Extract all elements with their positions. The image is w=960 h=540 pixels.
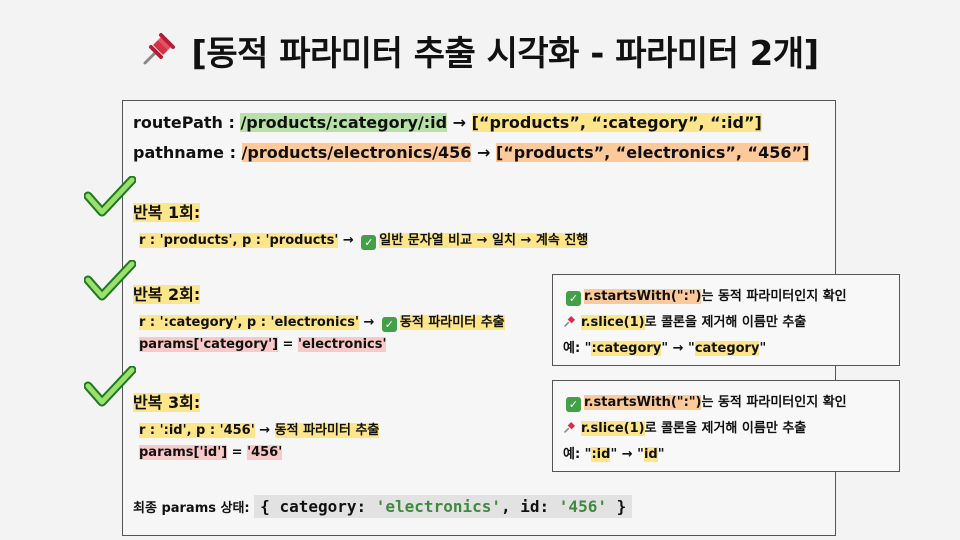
info-line-startswith: ✓ r.startsWith(":")는 동적 파라미터인지 확인	[563, 391, 847, 412]
final-label: 최종 params 상태:	[133, 501, 255, 516]
iteration-heading-label: 반복 1회:	[133, 203, 201, 222]
iteration-2-heading: 반복 2회:	[133, 281, 201, 305]
info-line-slice: r.slice(1)로 콜론을 제거해 이름만 추출	[563, 417, 806, 438]
pathname-path: /products/electronics/456	[241, 143, 472, 162]
check-box-icon: ✓	[381, 317, 397, 332]
pushpin-icon	[563, 420, 577, 438]
assign-key: params['id']	[139, 445, 228, 460]
info-box: ✓ r.startsWith(":")는 동적 파라미터인지 확인 r.slice…	[552, 274, 900, 366]
title-text: [동적 파라미터 추출 시각화 - 파라미터 2개]	[191, 34, 819, 74]
pathname-label: pathname :	[133, 143, 242, 162]
pathname-line: pathname : /products/electronics/456 → […	[133, 143, 810, 162]
pushpin-icon	[141, 31, 177, 76]
code-slice: r.slice(1)	[581, 421, 645, 436]
check-box-icon: ✓	[361, 235, 377, 250]
pushpin-icon	[563, 314, 577, 332]
assign-key: params['category']	[139, 337, 279, 352]
assign-value: '456'	[247, 445, 283, 460]
iteration-2-assign: params['category'] = 'electronics'	[139, 337, 387, 352]
compare-result: 동적 파라미터 추출	[274, 423, 380, 438]
compare-arrow: →	[338, 233, 359, 248]
route-arrow: →	[447, 113, 472, 132]
code-slice: r.slice(1)	[581, 315, 645, 330]
pathname-array: [“products”, “electronics”, “456”]	[495, 143, 810, 162]
final-params-line: 최종 params 상태: { category: 'electronics',…	[133, 495, 633, 518]
assign-value: 'electronics'	[297, 337, 387, 352]
iteration-2-compare: r : ':category', p : 'electronics' → ✓ 동적…	[139, 311, 505, 332]
compare-text: r : ':id', p : '456'	[139, 423, 255, 438]
compare-arrow: →	[358, 315, 379, 330]
iteration-3-assign: params['id'] = '456'	[139, 445, 283, 460]
info-line-example: 예: ":category" → "category"	[563, 341, 767, 356]
iteration-1-heading: 반복 1회:	[133, 199, 201, 223]
compare-arrow: →	[254, 423, 275, 438]
route-label: routePath :	[133, 113, 241, 132]
iteration-heading-label: 반복 3회:	[133, 393, 201, 412]
compare-text: r : ':category', p : 'electronics'	[139, 315, 359, 330]
iteration-heading-label: 반복 2회:	[133, 285, 201, 304]
page-title: [동적 파라미터 추출 시각화 - 파라미터 2개]	[0, 26, 960, 76]
checkmark-icon	[84, 260, 136, 301]
assign-eq: =	[227, 445, 248, 460]
checkmark-icon	[84, 176, 136, 217]
pathname-arrow: →	[471, 143, 496, 162]
iteration-3-compare: r : ':id', p : '456' → 동적 파라미터 추출	[139, 419, 380, 438]
info-line-example: 예: ":id" → "id"	[563, 447, 665, 462]
assign-eq: =	[278, 337, 298, 352]
info-line-startswith: ✓ r.startsWith(":")는 동적 파라미터인지 확인	[563, 285, 847, 306]
checkmark-icon	[84, 366, 136, 407]
route-array: [“products”, “:category”, “:id”]	[471, 113, 762, 132]
check-box-icon: ✓	[566, 397, 581, 412]
compare-text: r : 'products', p : 'products'	[139, 233, 339, 248]
iteration-3-heading: 반복 3회:	[133, 389, 201, 413]
check-box-icon: ✓	[566, 291, 581, 306]
final-params-code: { category: 'electronics', id: '456' }	[254, 495, 633, 518]
info-line-slice: r.slice(1)로 콜론을 제거해 이름만 추출	[563, 311, 806, 332]
code-startswith: r.startsWith(":")	[584, 395, 702, 410]
iteration-1-compare: r : 'products', p : 'products' → ✓ 일반 문자열…	[139, 229, 589, 250]
route-path: /products/:category/:id	[240, 113, 448, 132]
code-startswith: r.startsWith(":")	[584, 289, 702, 304]
compare-result: 일반 문자열 비교 → 일치 → 계속 진행	[379, 233, 589, 248]
compare-result: 동적 파라미터 추출	[399, 315, 505, 330]
info-box: ✓ r.startsWith(":")는 동적 파라미터인지 확인 r.slice…	[552, 380, 900, 472]
route-path-line: routePath : /products/:category/:id → [“…	[133, 113, 762, 132]
